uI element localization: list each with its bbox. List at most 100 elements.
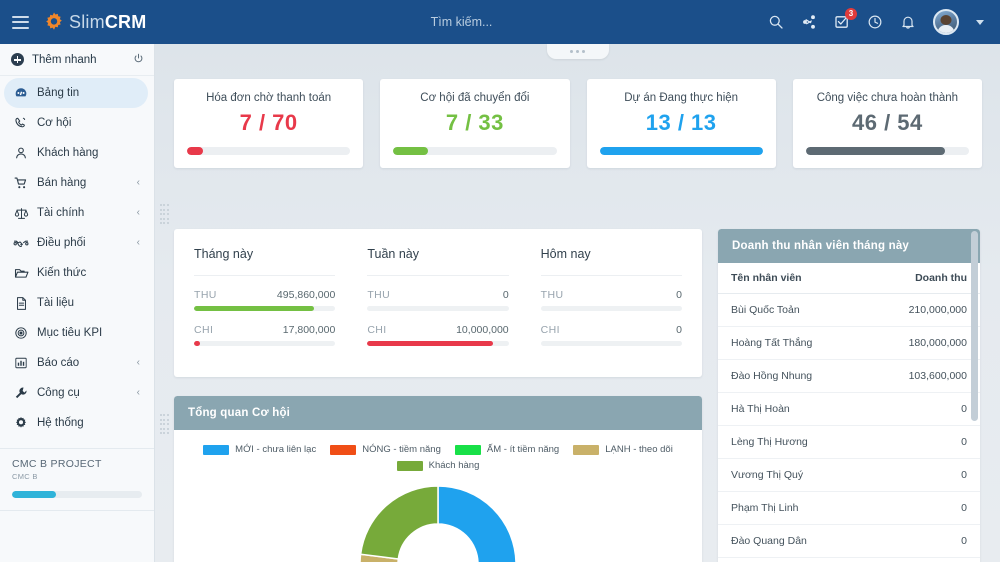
- power-icon[interactable]: [133, 51, 144, 69]
- cell-revenue: 180,000,000: [865, 327, 980, 360]
- stat-card[interactable]: Hóa đơn chờ thanh toán7 / 70: [174, 79, 363, 168]
- donut-slice[interactable]: [361, 486, 438, 559]
- chevron-left-icon: ‹: [137, 178, 140, 188]
- stat-card-progress-fill: [393, 147, 427, 155]
- table-row[interactable]: Hoàng Tất Thắng180,000,000: [718, 327, 980, 360]
- table-row[interactable]: Hà Thị Hoàn0: [718, 393, 980, 426]
- table-row[interactable]: Bùi Quốc Toản210,000,000: [718, 294, 980, 327]
- stat-card[interactable]: Dự án Đang thực hiện13 / 13: [587, 79, 776, 168]
- table-row[interactable]: Phạm Thị Linh0: [718, 492, 980, 525]
- navbar-left: SlimCRM: [0, 11, 155, 33]
- stat-card-value: 13 / 13: [600, 110, 763, 136]
- clock-icon[interactable]: [867, 14, 883, 30]
- finance-column: Hôm nayTHU0CHI0: [525, 229, 698, 377]
- search-icon[interactable]: [768, 14, 784, 30]
- legend-item[interactable]: Khách hàng: [397, 460, 480, 471]
- bell-icon[interactable]: [900, 14, 916, 30]
- sidebar-item-muc-tieu-kpi[interactable]: Mục tiêu KPI: [4, 318, 148, 348]
- divider: [367, 275, 508, 276]
- sidebar-item-cong-cu[interactable]: Công cụ ‹: [4, 378, 148, 408]
- cell-employee-name: Đào Văn Phước: [718, 558, 865, 562]
- divider: [194, 275, 335, 276]
- chevron-down-icon[interactable]: [976, 20, 984, 25]
- employee-revenue-panel: Doanh thu nhân viên tháng này Tên nhân v…: [718, 229, 980, 562]
- legend-item[interactable]: NÓNG - tiềm năng: [330, 444, 441, 455]
- revenue-table-head: Tên nhân viên Doanh thu: [718, 263, 980, 294]
- finance-row-head: THU0: [541, 289, 682, 301]
- table-row[interactable]: Đào Hồng Nhung103,600,000: [718, 360, 980, 393]
- legend-item[interactable]: LẠNH - theo dõi: [573, 444, 673, 455]
- stat-card[interactable]: Cơ hội đã chuyển đổi7 / 33: [380, 79, 569, 168]
- legend-label: MỚI - chưa liên lạc: [235, 444, 316, 455]
- quick-add-button[interactable]: Thêm nhanh: [0, 44, 154, 76]
- cell-employee-name: Đào Quang Dân: [718, 525, 865, 558]
- sidebar-item-label: Tài liệu: [37, 297, 140, 309]
- finance-row-label: CHI: [541, 324, 560, 336]
- sidebar-item-tai-lieu[interactable]: Tài liệu: [4, 288, 148, 318]
- sidebar-item-khach-hang[interactable]: Khách hàng: [4, 138, 148, 168]
- sidebar-item-bang-tin[interactable]: Bảng tin: [4, 78, 148, 108]
- sidebar-item-co-hoi[interactable]: Cơ hội: [4, 108, 148, 138]
- revenue-table-body: Bùi Quốc Toản210,000,000Hoàng Tất Thắng1…: [718, 294, 980, 562]
- cart-icon: [10, 176, 32, 190]
- legend-item[interactable]: MỚI - chưa liên lạc: [203, 444, 316, 455]
- tasks-checkbox-icon[interactable]: 3: [834, 14, 850, 30]
- legend-label: LẠNH - theo dõi: [605, 444, 673, 455]
- legend-swatch: [203, 445, 229, 455]
- app-root: SlimCRM Tìm kiếm...: [0, 0, 1000, 562]
- finance-row-amount: 0: [676, 289, 682, 301]
- sidebar-item-he-thong[interactable]: Hệ thống: [4, 408, 148, 438]
- sidebar-item-ban-hang[interactable]: Bán hàng ‹: [4, 168, 148, 198]
- phone-call-icon: [10, 116, 32, 130]
- drag-handle-chart[interactable]: [160, 414, 169, 436]
- finance-row-label: THU: [194, 289, 217, 301]
- finance-row: CHI17,800,000: [194, 324, 335, 346]
- sidebar-item-kien-thuc[interactable]: Kiến thức: [4, 258, 148, 288]
- stat-card[interactable]: Công việc chưa hoàn thành46 / 54: [793, 79, 982, 168]
- cell-revenue: 103,600,000: [865, 360, 980, 393]
- finance-row-head: CHI10,000,000: [367, 324, 508, 336]
- revenue-table: Tên nhân viên Doanh thu Bùi Quốc Toản210…: [718, 263, 980, 562]
- chart-legend: MỚI - chưa liên lạc NÓNG - tiềm năng ẤM - …: [174, 430, 702, 471]
- handshake-icon: [10, 236, 32, 250]
- finance-progress-track: [194, 341, 335, 346]
- navbar-search-area[interactable]: Tìm kiếm...: [155, 15, 768, 29]
- column-header-revenue[interactable]: Doanh thu: [865, 263, 980, 294]
- cell-employee-name: Đào Hồng Nhung: [718, 360, 865, 393]
- search-input[interactable]: Tìm kiếm...: [431, 15, 493, 29]
- table-row[interactable]: Đào Quang Dân0: [718, 525, 980, 558]
- chevron-left-icon: ‹: [137, 388, 140, 398]
- sidebar-item-label: Khách hàng: [37, 147, 140, 159]
- panel-collapse-handle[interactable]: [547, 44, 609, 59]
- column-header-name[interactable]: Tên nhân viên: [718, 263, 865, 294]
- hamburger-icon[interactable]: [12, 16, 29, 29]
- project-widget[interactable]: CMC B PROJECT CMC B: [0, 448, 154, 511]
- finance-column-title: Tháng này: [194, 247, 335, 261]
- stat-card-title: Cơ hội đã chuyển đổi: [393, 92, 556, 104]
- sidebar-item-dieu-phoi[interactable]: Điều phối ‹: [4, 228, 148, 258]
- stat-card-title: Hóa đơn chờ thanh toán: [187, 92, 350, 104]
- sidebar-item-bao-cao[interactable]: Báo cáo ‹: [4, 348, 148, 378]
- donut-chart[interactable]: [174, 479, 702, 562]
- finance-progress-fill: [367, 341, 493, 346]
- donut-slice[interactable]: [438, 486, 516, 562]
- finance-row-label: CHI: [194, 324, 213, 336]
- sidebar-item-tai-chinh[interactable]: Tài chính ‹: [4, 198, 148, 228]
- cell-revenue: 210,000,000: [865, 294, 980, 327]
- avatar[interactable]: [933, 9, 959, 35]
- finance-row: THU0: [367, 289, 508, 311]
- cell-revenue: 0: [865, 492, 980, 525]
- table-row[interactable]: Đào Văn Phước0: [718, 558, 980, 562]
- table-scrollbar[interactable]: [971, 231, 978, 421]
- stat-card-progress-track: [600, 147, 763, 155]
- table-row[interactable]: Lèng Thị Hương0: [718, 426, 980, 459]
- sidebar-item-label: Cơ hội: [37, 117, 140, 129]
- table-row[interactable]: Vương Thị Quý0: [718, 459, 980, 492]
- share-icon[interactable]: [801, 14, 817, 30]
- opportunity-panel-title: Tổng quan Cơ hội: [174, 396, 702, 430]
- drag-handle-finance[interactable]: [160, 204, 169, 226]
- cell-employee-name: Hà Thị Hoàn: [718, 393, 865, 426]
- sidebar-item-label: Hệ thống: [37, 417, 140, 429]
- legend-item[interactable]: ẤM - ít tiềm năng: [455, 444, 559, 455]
- brand-logo[interactable]: SlimCRM: [43, 11, 146, 33]
